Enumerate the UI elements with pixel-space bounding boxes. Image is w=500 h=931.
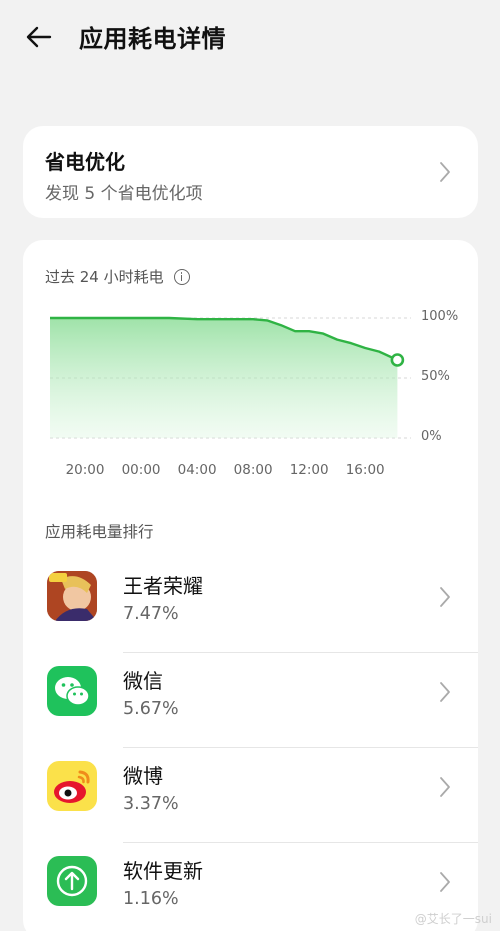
optimization-title: 省电优化	[45, 150, 125, 174]
app-row-weibo[interactable]: 微博 3.37%	[23, 748, 478, 843]
power-saving-optimization-card[interactable]: 省电优化 发现 5 个省电优化项	[23, 126, 478, 218]
chevron-right-icon	[440, 682, 450, 702]
page-title: 应用耗电详情	[79, 25, 226, 53]
arrow-left-icon	[26, 26, 52, 48]
x-tick-label: 00:00	[121, 462, 161, 478]
software-update-icon	[47, 856, 97, 906]
app-name: 微博	[123, 764, 163, 788]
chevron-right-icon	[440, 162, 450, 182]
chevron-right-icon	[440, 777, 450, 797]
app-percent: 5.67%	[123, 699, 179, 719]
back-button[interactable]	[22, 20, 56, 54]
x-tick-label: 04:00	[177, 462, 217, 478]
chevron-right-icon	[440, 872, 450, 892]
app-row-wechat[interactable]: 微信 5.67%	[23, 653, 478, 748]
x-tick-label: 20:00	[65, 462, 105, 478]
chevron-right-icon	[440, 587, 450, 607]
wechat-icon	[47, 666, 97, 716]
watermark: @艾长了一sui	[414, 912, 492, 926]
app-name: 软件更新	[123, 859, 203, 883]
app-row-software-update[interactable]: 软件更新 1.16%	[23, 843, 478, 931]
info-icon[interactable]	[173, 268, 190, 285]
battery-usage-card: 过去 24 小时耗电 100% 50% 0% 20:00 00:00 04:00 08:0…	[23, 240, 478, 931]
optimization-subtitle: 发现 5 个省电优化项	[45, 184, 203, 204]
y-tick-label: 0%	[421, 429, 442, 444]
x-tick-label: 16:00	[345, 462, 385, 478]
y-tick-label: 100%	[421, 309, 459, 324]
weibo-icon	[47, 761, 97, 811]
app-name: 王者荣耀	[123, 574, 203, 598]
battery-area	[50, 318, 398, 438]
x-tick-label: 08:00	[233, 462, 273, 478]
current-level-point	[390, 353, 405, 367]
app-percent: 7.47%	[123, 604, 179, 624]
app-percent: 1.16%	[123, 889, 179, 909]
honor-of-kings-icon	[47, 571, 97, 621]
x-tick-label: 12:00	[289, 462, 329, 478]
app-name: 微信	[123, 669, 163, 693]
ranking-title: 应用耗电量排行	[45, 523, 154, 541]
y-tick-label: 50%	[421, 369, 450, 384]
usage-chart-title: 过去 24 小时耗电	[45, 266, 190, 287]
usage-title-text: 过去 24 小时耗电	[45, 268, 164, 286]
app-percent: 3.37%	[123, 794, 179, 814]
app-row-honor-of-kings[interactable]: 王者荣耀 7.47%	[23, 558, 478, 653]
top-app-bar: 应用耗电详情	[0, 0, 500, 76]
battery-level-chart	[50, 316, 411, 439]
